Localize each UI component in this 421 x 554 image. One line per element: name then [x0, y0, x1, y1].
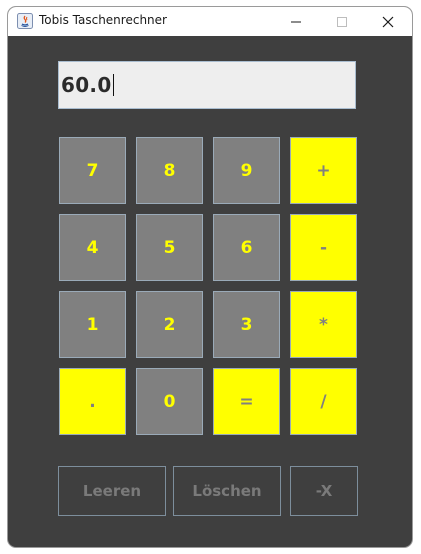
display-field[interactable]: 60.0: [58, 61, 356, 109]
key-7[interactable]: 7: [59, 137, 126, 204]
maximize-icon: [337, 16, 347, 27]
maximize-button[interactable]: [319, 7, 365, 36]
java-app-icon: [17, 13, 33, 29]
clear-button[interactable]: Leeren: [58, 466, 166, 516]
close-button[interactable]: [365, 7, 411, 36]
key-0[interactable]: 0: [136, 368, 203, 435]
title-bar[interactable]: Tobis Taschenrechner: [8, 7, 412, 36]
close-icon: [382, 16, 394, 27]
display-value: 60.0: [61, 73, 112, 97]
minimize-button[interactable]: [273, 7, 319, 36]
key-equals[interactable]: =: [213, 368, 280, 435]
negate-button[interactable]: -X: [290, 466, 358, 516]
key-4[interactable]: 4: [59, 214, 126, 281]
delete-button[interactable]: Löschen: [173, 466, 281, 516]
key-multiply[interactable]: *: [290, 291, 357, 358]
calculator-window: Tobis Taschenrechner 60.0 7 8 9 + 4 5 6 …: [8, 7, 412, 547]
key-5[interactable]: 5: [136, 214, 203, 281]
window-title: Tobis Taschenrechner: [39, 13, 167, 27]
key-9[interactable]: 9: [213, 137, 280, 204]
key-minus[interactable]: -: [290, 214, 357, 281]
key-8[interactable]: 8: [136, 137, 203, 204]
key-2[interactable]: 2: [136, 291, 203, 358]
key-1[interactable]: 1: [59, 291, 126, 358]
key-divide[interactable]: /: [290, 368, 357, 435]
key-plus[interactable]: +: [290, 137, 357, 204]
key-decimal[interactable]: .: [59, 368, 126, 435]
key-6[interactable]: 6: [213, 214, 280, 281]
text-caret: [112, 74, 114, 96]
key-3[interactable]: 3: [213, 291, 280, 358]
minimize-icon: [291, 21, 301, 22]
